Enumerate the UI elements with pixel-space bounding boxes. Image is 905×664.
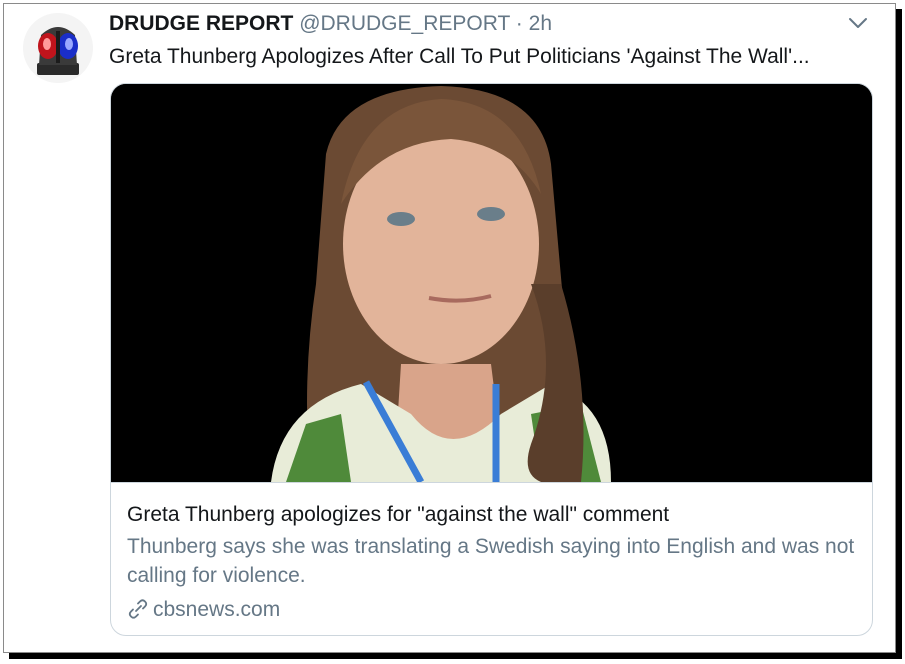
display-name[interactable]: DRUDGE REPORT xyxy=(109,12,293,35)
link-icon xyxy=(128,599,148,619)
tweet-container: DRUDGE REPORT @DRUDGE_REPORT · 2h Greta … xyxy=(3,3,896,653)
portrait-photo xyxy=(111,84,872,484)
card-domain: cbsnews.com xyxy=(127,596,280,623)
link-preview-card[interactable]: Greta Thunberg apologizes for "against t… xyxy=(110,83,873,636)
separator-dot: · xyxy=(515,12,523,35)
chevron-down-icon[interactable] xyxy=(847,16,869,30)
card-domain-text[interactable]: cbsnews.com xyxy=(153,598,280,621)
avatar[interactable] xyxy=(23,13,93,83)
siren-icon xyxy=(23,13,93,83)
user-handle[interactable]: @DRUDGE_REPORT xyxy=(299,12,510,35)
tweet-text: Greta Thunberg Apologizes After Call To … xyxy=(109,45,810,68)
card-description: Thunberg says she was translating a Swed… xyxy=(127,535,855,587)
card-title: Greta Thunberg apologizes for "against t… xyxy=(127,503,670,526)
timestamp[interactable]: 2h xyxy=(529,12,552,35)
card-image[interactable] xyxy=(111,84,872,484)
tweet-header: DRUDGE REPORT @DRUDGE_REPORT · 2h xyxy=(109,11,855,37)
